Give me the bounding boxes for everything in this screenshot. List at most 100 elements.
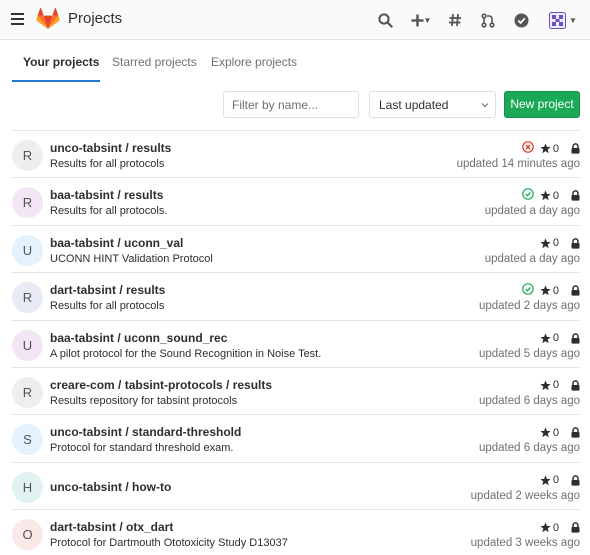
project-row[interactable]: R creare-com / tabsint-protocols / resul… [11, 368, 580, 416]
chevron-down-icon [481, 103, 489, 108]
project-avatar[interactable]: R [12, 376, 43, 408]
updated-timestamp: updated 3 weeks ago [470, 537, 580, 550]
private-lock-icon [571, 143, 580, 154]
project-tabs: Your projects Starred projects Explore p… [0, 40, 590, 83]
pipeline-status-icon[interactable] [522, 188, 534, 203]
project-description: Results for all protocols [50, 300, 165, 313]
project-avatar-initial: R [22, 148, 33, 163]
project-meta: 0 [540, 426, 580, 439]
star-toggle[interactable]: 0 [540, 379, 559, 391]
project-name-link[interactable]: creare-com / tabsint-protocols / results [50, 378, 272, 392]
project-avatar[interactable]: U [12, 329, 43, 361]
hamburger-menu-icon[interactable] [11, 13, 24, 25]
updated-timestamp: updated 2 weeks ago [470, 489, 580, 502]
project-name-link[interactable]: unco-tabsint / standard-threshold [50, 425, 241, 439]
project-avatar-initial: O [22, 527, 33, 543]
project-row[interactable]: S unco-tabsint / standard-threshold Prot… [11, 415, 580, 463]
updated-timestamp: updated 2 days ago [478, 300, 580, 313]
project-avatar[interactable]: R [12, 282, 43, 314]
project-name-link[interactable]: baa-tabsint / uconn_val [50, 236, 183, 250]
star-toggle[interactable]: 0 [540, 143, 559, 155]
gitlab-logo[interactable] [36, 8, 60, 30]
star-icon [540, 380, 551, 391]
project-avatar[interactable]: H [12, 471, 43, 503]
star-toggle[interactable]: 0 [540, 474, 559, 486]
project-row[interactable]: R unco-tabsint / results Results for all… [11, 131, 580, 179]
star-toggle[interactable]: 0 [540, 427, 559, 439]
pipeline-passed-icon [522, 283, 534, 295]
project-row[interactable]: R dart-tabsint / results Results for all… [11, 273, 580, 321]
pipeline-passed-icon [522, 188, 534, 201]
private-lock-icon [571, 190, 580, 201]
star-toggle[interactable]: 0 [540, 332, 559, 344]
updated-timestamp: updated a day ago [484, 252, 580, 265]
user-avatar [549, 11, 567, 29]
project-description: A pilot protocol for the Sound Recogniti… [50, 347, 322, 360]
todo-check-icon[interactable] [511, 10, 531, 30]
project-avatar[interactable]: O [12, 519, 43, 551]
project-avatar[interactable]: R [12, 140, 43, 171]
project-meta: 0 [540, 379, 580, 392]
star-toggle[interactable]: 0 [540, 190, 559, 202]
sort-selected-value: Last updated [379, 98, 449, 112]
star-count: 0 [552, 521, 559, 534]
search-icon[interactable] [375, 10, 395, 30]
merge-request-icon[interactable] [478, 10, 498, 30]
project-row[interactable]: R baa-tabsint / results Results for all … [11, 178, 580, 226]
project-meta: 0 [540, 332, 580, 345]
project-description: Protocol for standard threshold exam. [50, 442, 234, 455]
project-name-link[interactable]: baa-tabsint / results [50, 188, 163, 202]
updated-timestamp: updated 6 days ago [478, 442, 580, 455]
project-avatar-initial: R [22, 384, 33, 400]
private-lock-icon [571, 427, 580, 438]
star-count: 0 [552, 332, 559, 345]
chevron-down-icon: ▼ [569, 15, 577, 25]
star-icon [540, 238, 551, 248]
project-name-link[interactable]: dart-tabsint / otx_dart [50, 520, 173, 534]
project-name-link[interactable]: unco-tabsint / how-to [50, 480, 171, 494]
project-avatar[interactable]: R [12, 187, 43, 219]
project-description: Results repository for tabsint protocols [50, 394, 238, 407]
star-count: 0 [552, 142, 559, 155]
star-icon [540, 332, 551, 343]
star-icon [540, 190, 551, 201]
private-lock-icon [571, 522, 580, 533]
project-name-link[interactable]: baa-tabsint / uconn_sound_rec [50, 331, 227, 345]
star-toggle[interactable]: 0 [540, 285, 559, 297]
project-meta: 0 [522, 188, 580, 203]
new-project-button[interactable]: New project [504, 91, 580, 118]
project-avatar-initial: U [22, 337, 33, 353]
filter-by-name-input[interactable] [223, 91, 359, 118]
star-count: 0 [552, 237, 559, 250]
project-avatar-initial: S [23, 432, 32, 448]
project-row[interactable]: H unco-tabsint / how-to 0 updated 2 week… [11, 463, 580, 511]
updated-timestamp: updated 14 minutes ago [456, 158, 580, 170]
sort-dropdown[interactable]: Last updated [369, 91, 496, 118]
tab-starred-projects[interactable]: Starred projects [112, 55, 197, 69]
hash-icon[interactable] [445, 10, 465, 30]
star-icon [540, 427, 551, 438]
star-count: 0 [552, 284, 559, 297]
star-icon [540, 143, 551, 154]
project-meta: 0 [522, 141, 580, 156]
project-avatar[interactable]: U [12, 234, 43, 266]
star-count: 0 [552, 426, 559, 439]
pipeline-status-icon[interactable] [522, 283, 534, 298]
project-name-link[interactable]: dart-tabsint / results [50, 283, 165, 297]
project-meta: 0 [540, 474, 580, 487]
user-menu-button[interactable]: ▼ [546, 10, 580, 30]
project-name-link[interactable]: unco-tabsint / results [50, 141, 171, 155]
pipeline-status-icon[interactable] [522, 141, 534, 156]
star-toggle[interactable]: 0 [540, 237, 559, 249]
private-lock-icon [571, 474, 580, 486]
tab-your-projects[interactable]: Your projects [23, 55, 99, 69]
project-description: Results for all protocols. [50, 205, 168, 218]
project-avatar[interactable]: S [12, 424, 43, 456]
project-row[interactable]: O dart-tabsint / otx_dart Protocol for D… [11, 510, 580, 555]
project-row[interactable]: U baa-tabsint / uconn_val UCONN HINT Val… [11, 226, 580, 274]
chevron-down-icon: ▼ [423, 15, 432, 25]
project-row[interactable]: U baa-tabsint / uconn_sound_rec A pilot … [11, 321, 580, 368]
tab-explore-projects[interactable]: Explore projects [211, 55, 297, 69]
new-dropdown-button[interactable]: ▼ [405, 10, 437, 30]
star-toggle[interactable]: 0 [540, 522, 559, 534]
